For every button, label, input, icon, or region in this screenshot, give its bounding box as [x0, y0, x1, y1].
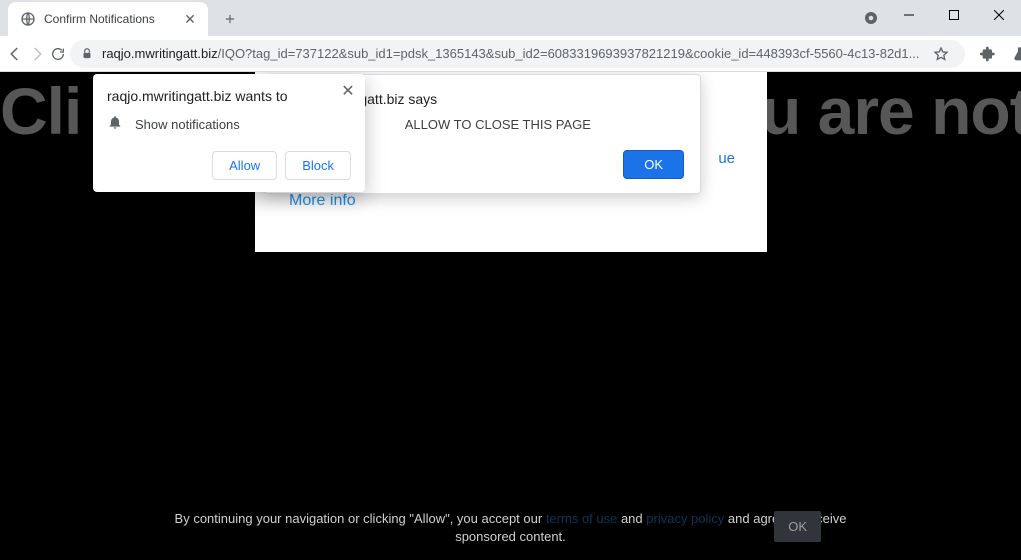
globe-icon	[20, 11, 36, 27]
back-button[interactable]	[6, 40, 24, 68]
alert-ok-button[interactable]: OK	[623, 150, 684, 179]
window-maximize-button[interactable]	[931, 0, 976, 30]
extensions-icon[interactable]	[973, 40, 1003, 68]
bell-icon	[107, 114, 123, 135]
url-text: raqjo.mwritingatt.biz/IQO?tag_id=737122&…	[102, 46, 919, 61]
window-close-button[interactable]	[976, 0, 1021, 30]
allow-button[interactable]: Allow	[212, 151, 277, 180]
close-icon[interactable]: ✕	[339, 82, 357, 100]
browser-toolbar: raqjo.mwritingatt.biz/IQO?tag_id=737122&…	[0, 36, 1021, 72]
continue-link[interactable]: ue	[718, 150, 735, 167]
browser-titlebar: Confirm Notifications ✕	[0, 0, 1021, 36]
browser-tab[interactable]: Confirm Notifications ✕	[8, 2, 208, 36]
window-minimize-button[interactable]	[886, 0, 931, 30]
address-bar[interactable]: raqjo.mwritingatt.biz/IQO?tag_id=737122&…	[70, 40, 965, 68]
block-button[interactable]: Block	[285, 151, 351, 180]
privacy-policy-link[interactable]: privacy policy	[646, 511, 724, 526]
page-content: Click Allow to confirm you are not a ue …	[0, 72, 1021, 560]
toolbar-right-icons	[969, 40, 1021, 68]
tab-close-icon[interactable]: ✕	[182, 11, 198, 27]
new-tab-button[interactable]	[216, 5, 244, 33]
forward-button[interactable]	[28, 40, 46, 68]
more-info-link[interactable]: More info	[289, 192, 356, 210]
bookmark-star-icon[interactable]	[927, 40, 955, 68]
cookie-text: By continuing your navigation or clickin…	[171, 510, 851, 546]
permission-origin-text: raqjo.mwritingatt.biz wants to	[107, 88, 351, 104]
reload-button[interactable]	[50, 40, 66, 68]
cookie-ok-button[interactable]: OK	[774, 511, 821, 542]
cookie-consent-bar: By continuing your navigation or clickin…	[0, 500, 1021, 556]
terms-of-use-link[interactable]: terms of use	[546, 511, 618, 526]
profile-indicator-icon[interactable]	[861, 8, 881, 28]
tab-title: Confirm Notifications	[44, 12, 182, 26]
permission-label: Show notifications	[135, 117, 240, 132]
notification-permission-prompt: ✕ raqjo.mwritingatt.biz wants to Show no…	[93, 74, 365, 192]
labs-icon[interactable]	[1005, 40, 1021, 68]
window-controls	[886, 0, 1021, 30]
lock-icon[interactable]	[80, 47, 94, 61]
